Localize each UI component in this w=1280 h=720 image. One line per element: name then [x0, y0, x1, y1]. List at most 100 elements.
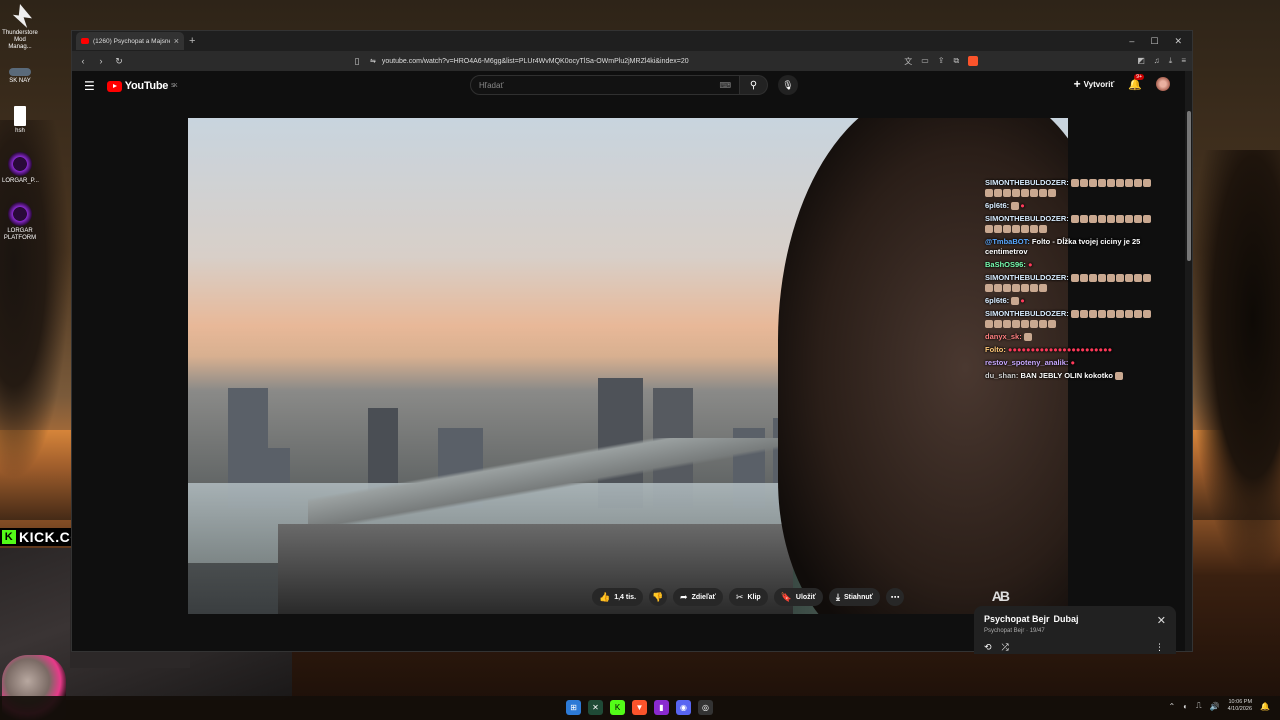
chat-emote-icon [1115, 372, 1124, 381]
chat-emote-icon [1142, 179, 1151, 188]
share-icon[interactable]: ⇪ [938, 56, 945, 67]
chat-username: danyx_sk: [985, 332, 1022, 341]
pip-icon[interactable]: ▭ [921, 56, 929, 67]
clock[interactable]: 10:06 PM 4/10/2026 [1228, 699, 1252, 713]
dislike-button[interactable]: 👎 [649, 588, 668, 606]
chat-username: BaShOS96: [985, 260, 1026, 269]
like-button[interactable]: 👍 1,4 tis. [592, 588, 644, 606]
xbox-app-icon[interactable]: ✕ [588, 700, 603, 715]
chat-emote-icon [1088, 310, 1097, 319]
brave-app-icon[interactable]: ▼ [632, 700, 647, 715]
chat-emote-icon [994, 320, 1002, 329]
brave-shield-icon[interactable] [968, 55, 979, 66]
search-input[interactable]: Hľadať ⌨ [470, 75, 740, 95]
network-icon[interactable]: ⎍ [1196, 701, 1202, 711]
share-arrow-icon: ➦ [680, 591, 688, 602]
chat-emote-icon [1097, 274, 1106, 283]
chat-username: 6pl6t6: [985, 296, 1010, 305]
bookmark-icon[interactable]: ▯ [352, 56, 362, 67]
start-icon[interactable]: ⊞ [566, 700, 581, 715]
chat-emote-icon [1012, 320, 1020, 329]
desktop-icon-lorgar-platform[interactable]: LORGAR PLATFORM [2, 202, 38, 242]
chat-emote-icon [1133, 274, 1142, 283]
chat-username: SIMONTHEBULDOZER: [985, 214, 1069, 223]
loop-icon[interactable]: ⟲ [984, 642, 992, 653]
chat-username: SIMONTHEBULDOZER: [985, 309, 1069, 318]
share-button[interactable]: ➦ Zdieľať [673, 588, 723, 606]
discord-app-icon[interactable]: ◉ [676, 700, 691, 715]
voice-search-button[interactable]: 🎙 [778, 75, 798, 95]
chat-emote-icon [1070, 215, 1079, 224]
chat-emote-icon [1048, 320, 1056, 329]
maximize-button[interactable]: ☐ [1150, 36, 1158, 47]
desktop-icon-sk-nay[interactable]: SK NAY [2, 68, 38, 85]
chat-emote-icon [1088, 215, 1097, 224]
forward-button[interactable]: › [96, 56, 106, 66]
create-button[interactable]: + Vytvoriť [1074, 77, 1115, 91]
translate-icon[interactable]: 文 [904, 56, 912, 67]
close-window-button[interactable]: ✕ [1174, 36, 1182, 47]
hamburger-menu-icon[interactable]: ☰ [84, 79, 95, 93]
playlist-title[interactable]: Psychopat Bejr Dubaj [984, 614, 1166, 624]
playlist-more-icon[interactable]: ⋮ [1155, 642, 1164, 653]
video-player[interactable]: AB [188, 118, 1068, 614]
chat-username: 6pl6t6: [985, 201, 1010, 210]
chat-emote-icon [1003, 225, 1011, 234]
address-bar: ‹ › ↻ ▯ ⇋ youtube.com/watch?v=HRO4A6-M6g… [72, 51, 1192, 71]
chat-emote-icon [1021, 284, 1029, 293]
keyboard-icon[interactable]: ⌨ [719, 81, 731, 90]
back-button[interactable]: ‹ [78, 56, 88, 66]
playlist-close-icon[interactable]: ✕ [1157, 614, 1166, 627]
chat-emote-icon [1079, 179, 1088, 188]
taskbar-apps: ⊞ ✕ K ▼ ▮ ◉ ◎ [566, 700, 713, 715]
notification-badge: 9+ [1134, 73, 1144, 80]
clip-button[interactable]: ✂ Klip [728, 588, 768, 606]
desktop-icon-hsh[interactable]: hsh [2, 106, 38, 135]
chat-message: SIMONTHEBULDOZER: [985, 309, 1155, 329]
tray-app-icon[interactable]: ◐ [1183, 702, 1188, 711]
youtube-logo[interactable]: YouTube SK [106, 80, 177, 92]
playlist-panel: Psychopat Bejr Dubaj Psychopat Bejr · 19… [974, 606, 1176, 654]
chat-emote-icon [1079, 310, 1088, 319]
tab-youtube[interactable]: (1260) Psychopat a Majsner vs p... × [76, 32, 184, 50]
search-button[interactable]: ⚲ [740, 75, 768, 95]
minimize-button[interactable]: – [1129, 36, 1134, 46]
download-button[interactable]: ⤓ Stiahnuť [828, 588, 880, 606]
sidebar-icon[interactable]: ◩ [1137, 56, 1145, 67]
chat-message: 6pl6t6: ● [985, 296, 1155, 306]
chat-username: du_shan: [985, 371, 1019, 380]
chat-emote-icon [1133, 215, 1142, 224]
url-field[interactable]: ⇋ youtube.com/watch?v=HRO4A6-M6gg&list=P… [370, 57, 896, 66]
page-scrollbar[interactable] [1185, 71, 1192, 651]
desktop-icon-lorgar[interactable]: LORGAR_P... [2, 152, 39, 185]
shuffle-icon[interactable]: ⤮ [1002, 642, 1009, 653]
twitch-app-icon[interactable]: ▮ [654, 700, 669, 715]
avatar[interactable] [1156, 77, 1170, 91]
download-icon[interactable]: ⤓ [1169, 56, 1173, 67]
menu-icon[interactable]: ≡ [1181, 56, 1186, 67]
reload-button[interactable]: ↻ [114, 56, 124, 67]
notifications-button[interactable]: 🔔 9+ [1128, 73, 1144, 91]
more-actions-button[interactable]: ⋯ [886, 588, 904, 606]
save-button[interactable]: 🔖 Uložiť [773, 588, 823, 606]
chat-message: BaShOS96: ● [985, 260, 1155, 270]
video-watermark: AB [991, 588, 1010, 604]
bell-icon: 🔔 [1128, 78, 1142, 91]
extension-icon[interactable]: ⧉ [954, 56, 960, 67]
obs-app-icon[interactable]: ◎ [698, 700, 713, 715]
desktop-icon-thunderstore[interactable]: Thunderstore Mod Manag... [2, 4, 38, 51]
chat-emote-icon [985, 284, 993, 293]
tab-bar: (1260) Psychopat a Majsner vs p... × + –… [72, 31, 1192, 51]
volume-icon[interactable]: 🔊 [1210, 702, 1220, 711]
notification-center-icon[interactable]: 🔔 [1260, 702, 1270, 711]
tray-expand-icon[interactable]: ⌃ [1168, 702, 1175, 711]
system-tray: ⌃ ◐ ⎍ 🔊 10:06 PM 4/10/2026 🔔 [1168, 699, 1270, 713]
music-icon[interactable]: ♫ [1154, 56, 1160, 67]
chat-emote-icon [1021, 189, 1029, 198]
site-info-icon[interactable]: ⇋ [370, 57, 376, 65]
chat-text: BAN JEBLY OLIN kokotko [1020, 371, 1116, 380]
kick-app-icon[interactable]: K [610, 700, 625, 715]
header-actions: + Vytvoriť 🔔 9+ [1074, 73, 1170, 91]
tab-close-icon[interactable]: × [174, 36, 179, 46]
new-tab-button[interactable]: + [189, 35, 195, 47]
